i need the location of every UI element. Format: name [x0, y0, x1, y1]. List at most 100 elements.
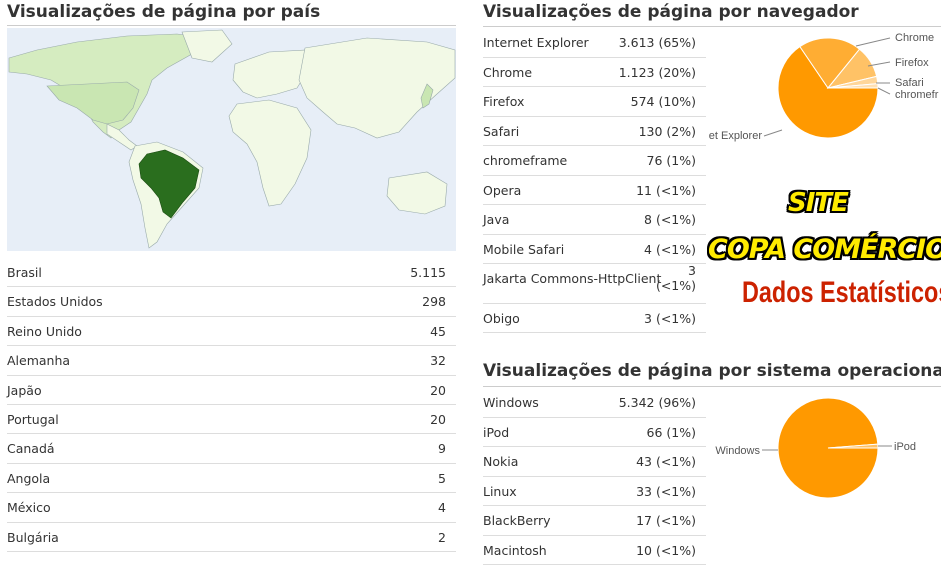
- row-value: 43 (<1%): [636, 454, 696, 469]
- row-label[interactable]: Obigo: [483, 311, 520, 326]
- divider: [483, 386, 941, 387]
- pie-label: Firefox: [895, 57, 929, 69]
- table-row[interactable]: Internet Explorer 3.613 (65%): [483, 28, 706, 58]
- table-row[interactable]: Japão 20: [7, 376, 456, 405]
- map-usa: [47, 82, 139, 124]
- row-label[interactable]: Macintosh: [483, 543, 547, 558]
- table-row[interactable]: Estados Unidos 298: [7, 287, 456, 316]
- row-label[interactable]: Safari: [483, 124, 519, 139]
- row-label[interactable]: Estados Unidos: [7, 294, 103, 309]
- table-row[interactable]: Java 8 (<1%): [483, 205, 706, 235]
- row-label[interactable]: Japão: [7, 383, 42, 398]
- row-value: 130 (2%): [639, 124, 696, 139]
- pie-leader-line: [878, 88, 890, 94]
- table-row[interactable]: Chrome 1.123 (20%): [483, 58, 706, 88]
- row-label[interactable]: Alemanha: [7, 353, 70, 368]
- table-row[interactable]: Angola 5: [7, 464, 456, 493]
- world-map[interactable]: [7, 28, 456, 251]
- table-row[interactable]: Alemanha 32: [7, 346, 456, 375]
- table-row[interactable]: Canadá 9: [7, 434, 456, 463]
- row-label[interactable]: Java: [483, 212, 509, 227]
- table-row[interactable]: Bulgária 2: [7, 523, 456, 552]
- browser-pie-chart: ChromeFirefoxSafarichromefret Explorer: [700, 28, 941, 148]
- row-value: 66 (1%): [647, 425, 696, 440]
- row-value: 2: [438, 530, 446, 545]
- row-label[interactable]: Angola: [7, 471, 50, 486]
- row-label[interactable]: Windows: [483, 395, 539, 410]
- row-value-percent: (<1%): [656, 278, 696, 293]
- map-africa: [229, 100, 311, 206]
- row-value: 5: [438, 471, 446, 486]
- row-value: 9: [438, 441, 446, 456]
- divider: [7, 25, 456, 26]
- table-row[interactable]: Nokia 43 (<1%): [483, 447, 706, 477]
- row-label[interactable]: Firefox: [483, 94, 524, 109]
- row-label[interactable]: BlackBerry: [483, 513, 551, 528]
- row-label[interactable]: Linux: [483, 484, 517, 499]
- table-row[interactable]: Safari 130 (2%): [483, 117, 706, 147]
- map-europe: [233, 50, 307, 98]
- table-row[interactable]: BlackBerry17 (<1%): [483, 506, 706, 536]
- table-row[interactable]: Firefox574 (10%): [483, 87, 706, 117]
- pie-leader-line: [856, 38, 890, 46]
- row-value: 4 (<1%): [644, 242, 696, 257]
- row-value: 298: [422, 294, 446, 309]
- row-value: 1.123 (20%): [619, 65, 696, 80]
- promo-copa-text: COPA COMÉRCIO: [708, 234, 941, 265]
- world-map-svg: [7, 28, 456, 251]
- map-asia: [299, 38, 455, 138]
- table-row[interactable]: Linux 33 (<1%): [483, 477, 706, 507]
- row-label[interactable]: Internet Explorer: [483, 35, 589, 50]
- row-label[interactable]: Portugal: [7, 412, 59, 427]
- row-label[interactable]: México: [7, 500, 51, 515]
- table-row[interactable]: Mobile Safari 4 (<1%): [483, 235, 706, 265]
- pie-leader-line: [764, 130, 782, 136]
- browser-section-title: Visualizações de página por navegador: [483, 2, 859, 22]
- row-value: 45: [430, 324, 446, 339]
- map-australia: [387, 172, 447, 214]
- table-row[interactable]: iPod 66 (1%): [483, 418, 706, 448]
- promo-site-text: SITE: [788, 188, 848, 218]
- row-value: 10 (<1%): [636, 543, 696, 558]
- row-value: 11 (<1%): [636, 183, 696, 198]
- table-row[interactable]: Brasil 5.115: [7, 258, 456, 287]
- row-label[interactable]: Canadá: [7, 441, 55, 456]
- row-label[interactable]: iPod: [483, 425, 509, 440]
- row-value: 32: [430, 353, 446, 368]
- row-label[interactable]: Opera: [483, 183, 521, 198]
- table-row[interactable]: Jakarta Commons-HttpClient3(<1%): [483, 264, 706, 304]
- pie-label: Windows: [715, 445, 760, 457]
- row-label[interactable]: Brasil: [7, 265, 42, 280]
- row-label[interactable]: Chrome: [483, 65, 532, 80]
- table-row[interactable]: chromeframe 76 (1%): [483, 146, 706, 176]
- row-value: 33 (<1%): [636, 484, 696, 499]
- row-value: 3 (<1%): [644, 311, 696, 326]
- row-label[interactable]: Bulgária: [7, 530, 59, 545]
- pie-label: iPod: [894, 441, 916, 453]
- row-label[interactable]: Mobile Safari: [483, 242, 564, 257]
- pie-label: Safari: [895, 77, 924, 89]
- row-label[interactable]: Reino Unido: [7, 324, 82, 339]
- pie-label: chromefr: [895, 89, 939, 101]
- table-row[interactable]: Windows 5.342 (96%): [483, 388, 706, 418]
- country-section-title: Visualizações de página por país: [7, 2, 320, 22]
- promo-dados-text: Dados Estatísticos: [742, 276, 941, 310]
- map-greenland: [182, 30, 232, 62]
- row-label[interactable]: chromeframe: [483, 153, 567, 168]
- row-value: 3.613 (65%): [619, 35, 696, 50]
- row-value: 5.342 (96%): [619, 395, 696, 410]
- row-label[interactable]: Jakarta Commons-HttpClient: [483, 271, 661, 286]
- row-value: 8 (<1%): [644, 212, 696, 227]
- table-row[interactable]: México 4: [7, 493, 456, 522]
- table-row[interactable]: Reino Unido 45: [7, 317, 456, 346]
- table-row[interactable]: Opera 11 (<1%): [483, 176, 706, 206]
- row-value: 76 (1%): [647, 153, 696, 168]
- row-label[interactable]: Nokia: [483, 454, 518, 469]
- pie-label: Chrome: [895, 32, 934, 44]
- os-pie-chart: Windows iPod: [700, 390, 941, 502]
- table-row[interactable]: Portugal20: [7, 405, 456, 434]
- row-value: 5.115: [410, 265, 446, 280]
- row-value: 20: [430, 383, 446, 398]
- row-value: 4: [438, 500, 446, 515]
- table-row[interactable]: Obigo 3 (<1%): [483, 304, 706, 334]
